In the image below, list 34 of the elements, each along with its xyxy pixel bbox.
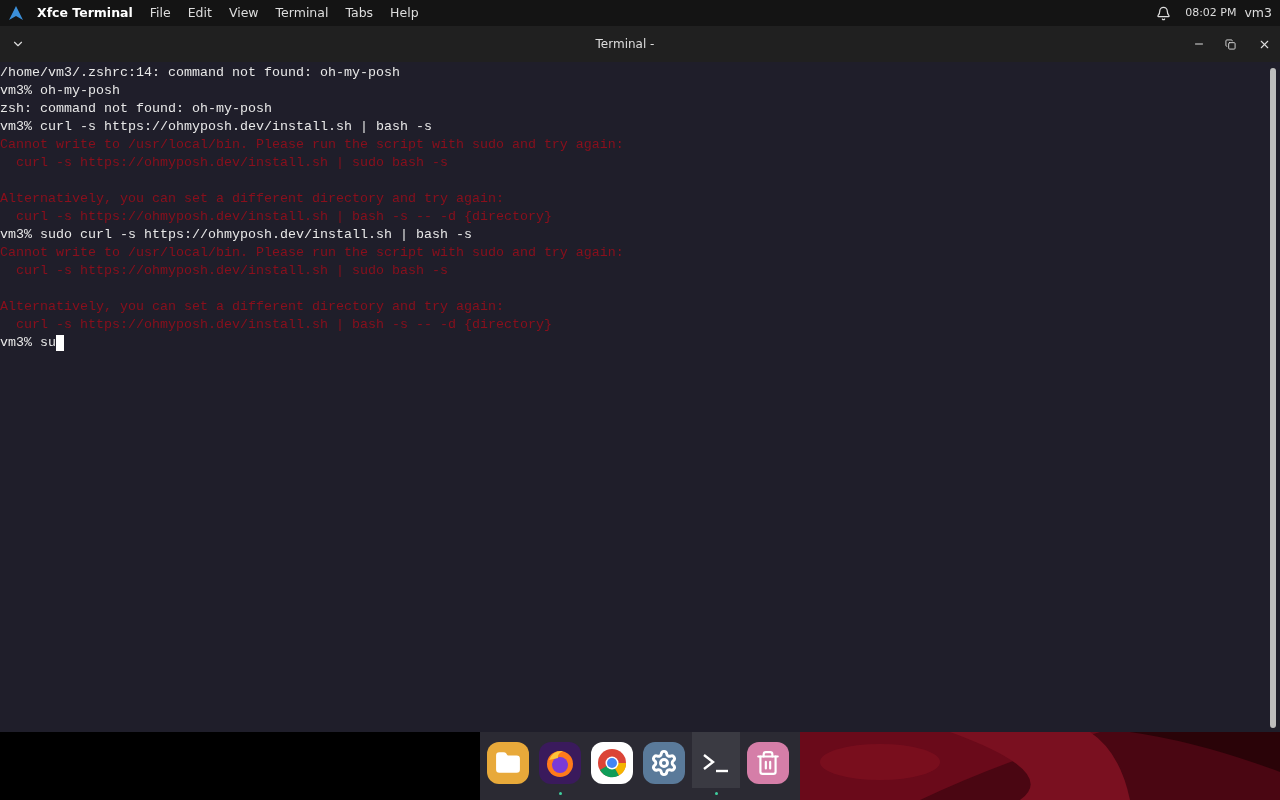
logo-icon[interactable] — [9, 6, 23, 20]
command-text: curl -s https://ohmyposh.dev/install.sh | bash -s — [40, 118, 432, 136]
shell-prompt: vm3% — [0, 82, 32, 100]
menu-item[interactable]: Help — [390, 3, 419, 23]
terminal-output: zsh: command not found: oh-my-posh — [0, 101, 272, 116]
error-output: Alternatively, you can set a different directory and try again: — [0, 191, 504, 206]
error-output: Alternatively, you can set a different directory and try again: — [0, 299, 504, 314]
shell-prompt: vm3% — [0, 226, 32, 244]
restore-icon[interactable] — [1225, 38, 1236, 50]
menu-item[interactable]: File — [149, 3, 171, 23]
command-input[interactable]: su — [40, 334, 56, 352]
app-name: Xfce Terminal — [37, 3, 133, 22]
shell-prompt: vm3% — [0, 118, 32, 136]
clock: 08:02 PM — [1185, 4, 1237, 21]
error-output: curl -s https://ohmyposh.dev/install.sh | sudo bash -s — [15, 263, 448, 278]
terminal-icon[interactable] — [692, 732, 740, 788]
error-output: curl -s https://ohmyposh.dev/install.sh | bash -s -- -d {directory} — [15, 317, 552, 332]
menu-item[interactable]: View — [228, 3, 259, 23]
text-cursor — [56, 335, 64, 351]
window-title: Terminal - — [594, 36, 656, 53]
notification-bell-icon[interactable] — [1156, 5, 1172, 21]
error-output: curl -s https://ohmyposh.dev/install.sh | bash -s -- -d {directory} — [15, 209, 552, 224]
shell-prompt: vm3% — [0, 334, 32, 352]
command-text: oh-my-posh — [40, 82, 120, 100]
error-output: Cannot write to /usr/local/bin. Please run the script with sudo and try again: — [0, 245, 624, 260]
user-name[interactable]: vm3 — [1244, 3, 1272, 23]
menu-item[interactable]: Edit — [187, 3, 212, 23]
menu-item[interactable]: Terminal — [275, 3, 329, 23]
command-text: sudo curl -s https://ohmyposh.dev/install.sh | bash -s — [40, 226, 472, 244]
terminal-output: /home/vm3/.zshrc:14: command not found: oh-my-posh — [0, 65, 400, 80]
error-output: curl -s https://ohmyposh.dev/install.sh | sudo bash -s — [15, 155, 448, 170]
menu-item[interactable]: Tabs — [345, 3, 374, 23]
error-output: Cannot write to /usr/local/bin. Please run the script with sudo and try again: — [0, 137, 624, 152]
scrollbar[interactable] — [1270, 68, 1276, 728]
